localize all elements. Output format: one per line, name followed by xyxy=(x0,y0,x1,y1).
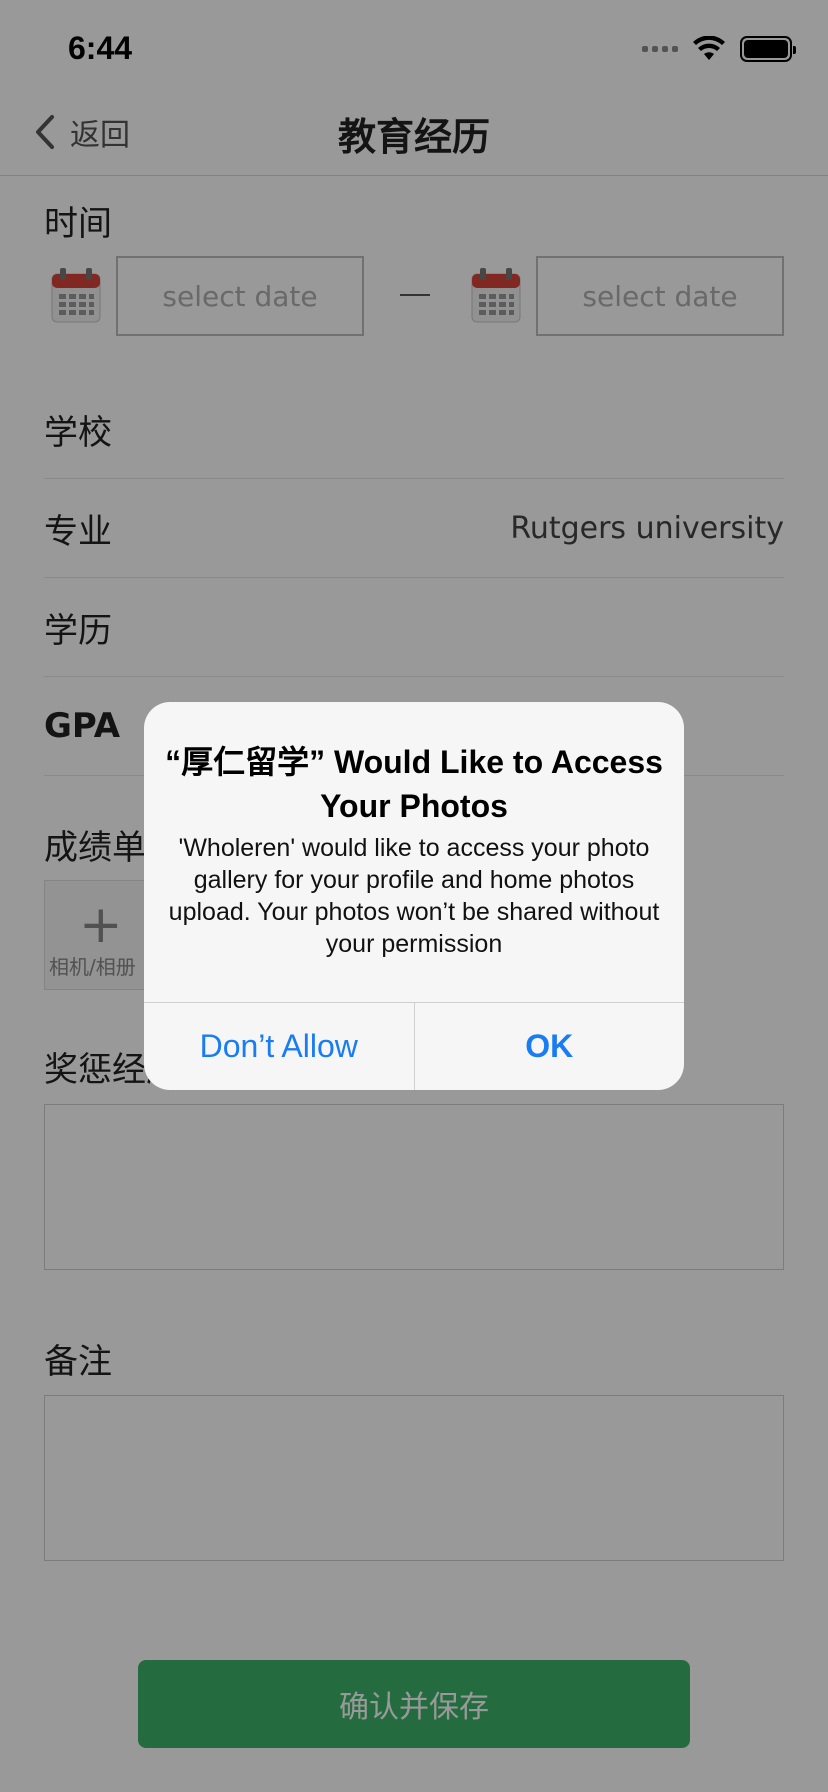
photo-permission-alert: “厚仁留学” Would Like to Access Your Photos … xyxy=(144,702,684,1090)
ok-button[interactable]: OK xyxy=(413,1003,685,1090)
dont-allow-button[interactable]: Don’t Allow xyxy=(144,1003,414,1090)
alert-title: “厚仁留学” Would Like to Access Your Photos xyxy=(165,744,663,824)
alert-actions: Don’t Allow OK xyxy=(144,1002,684,1090)
alert-message: 'Wholeren' would like to access your pho… xyxy=(168,834,660,958)
